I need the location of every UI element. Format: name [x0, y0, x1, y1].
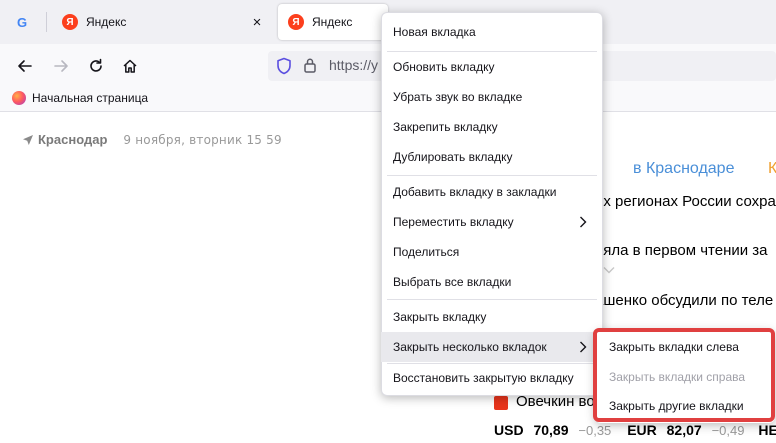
- currency-row: USD 70,89 −0,35 EUR 82,07 −0,49 НЕФ: [494, 422, 776, 438]
- news-item[interactable]: ёх регионах России сохра: [595, 193, 776, 210]
- eur-change: −0,49: [711, 423, 745, 438]
- back-icon: [18, 60, 32, 72]
- chevron-right-icon: [580, 341, 587, 353]
- city-name[interactable]: Краснодар: [38, 132, 107, 147]
- usd-value: 70,89: [533, 422, 569, 438]
- tab-yandex-1[interactable]: Я Яндекс ×: [52, 4, 274, 40]
- eur-label[interactable]: EUR: [627, 422, 657, 438]
- usd-change: −0,35: [578, 423, 612, 438]
- reload-icon: [90, 58, 102, 72]
- menu-item-pin-tab[interactable]: Закрепить вкладку: [381, 112, 603, 142]
- url-text[interactable]: https://y: [329, 57, 378, 73]
- menu-item-label: Закрыть несколько вкладок: [393, 340, 547, 354]
- menu-item-label: Переместить вкладку: [393, 215, 514, 229]
- menu-item-restore-closed-tab[interactable]: Восстановить закрытую вкладку: [381, 363, 603, 393]
- usd-label[interactable]: USD: [494, 422, 524, 438]
- news-item[interactable]: ашенко обсудили по теле: [595, 292, 773, 309]
- forward-icon: [54, 60, 68, 72]
- location-arrow-icon[interactable]: [22, 134, 34, 146]
- chevron-down-icon[interactable]: [603, 266, 615, 274]
- menu-separator: [387, 175, 597, 176]
- location-row: Краснодар 9 ноября, вторник 15 59: [22, 132, 282, 147]
- menu-item-close-tab[interactable]: Закрыть вкладку: [381, 302, 603, 332]
- menu-item-duplicate-tab[interactable]: Дублировать вкладку: [381, 142, 603, 172]
- submenu-item-close-tabs-left[interactable]: Закрыть вкладки слева: [597, 333, 771, 361]
- home-button[interactable]: [116, 52, 144, 80]
- news-title-city[interactable]: в Краснодаре: [633, 160, 734, 178]
- home-icon: [123, 59, 137, 73]
- menu-item-mute-tab[interactable]: Убрать звук во вкладке: [381, 82, 603, 112]
- back-button[interactable]: [11, 52, 39, 80]
- tab-google[interactable]: G: [4, 4, 44, 40]
- tab-label: Яндекс: [86, 15, 127, 29]
- menu-item-share[interactable]: Поделиться: [381, 237, 603, 267]
- submenu-item-close-tabs-right: Закрыть вкладки справа: [609, 370, 746, 384]
- firefox-bookmark-icon: [12, 91, 26, 105]
- yandex-favicon-icon: Я: [62, 14, 78, 30]
- date-time: 9 ноября, вторник 15 59: [123, 132, 282, 147]
- news-item[interactable]: няла в первом чтении за: [595, 242, 768, 259]
- bookmark-home-page[interactable]: Начальная страница: [12, 91, 148, 105]
- menu-item-move-tab[interactable]: Переместить вкладку: [381, 207, 603, 237]
- tab-yandex-2-selected[interactable]: Я Яндекс: [278, 4, 388, 40]
- menu-item-close-multiple-tabs[interactable]: Закрыть несколько вкладок: [381, 332, 603, 362]
- menu-item-bookmark-tab[interactable]: Добавить вкладку в закладки: [381, 177, 603, 207]
- lock-icon[interactable]: [303, 57, 317, 73]
- forward-button[interactable]: [47, 52, 75, 80]
- tab-label: Яндекс: [312, 15, 353, 29]
- oil-label[interactable]: НЕФ: [758, 422, 776, 438]
- submenu-item-close-other-tabs[interactable]: Закрыть другие вкладки: [597, 392, 771, 420]
- bookmark-label: Начальная страница: [32, 91, 149, 105]
- shield-icon[interactable]: [276, 57, 292, 75]
- chevron-right-icon: [580, 216, 587, 228]
- menu-item-reload-tab[interactable]: Обновить вкладку: [381, 52, 603, 82]
- news-source-icon: [494, 396, 508, 410]
- menu-item-new-tab[interactable]: Новая вкладка: [381, 17, 603, 47]
- google-favicon-icon: G: [16, 14, 28, 30]
- menu-separator: [387, 299, 597, 300]
- news-title-more[interactable]: К: [768, 160, 776, 178]
- yandex-favicon-icon: Я: [288, 14, 304, 30]
- menu-item-select-all-tabs[interactable]: Выбрать все вкладки: [381, 267, 603, 297]
- tab-divider: [46, 12, 47, 32]
- close-tab-icon[interactable]: ×: [248, 13, 266, 31]
- reload-button[interactable]: [82, 52, 110, 80]
- eur-value: 82,07: [666, 422, 702, 438]
